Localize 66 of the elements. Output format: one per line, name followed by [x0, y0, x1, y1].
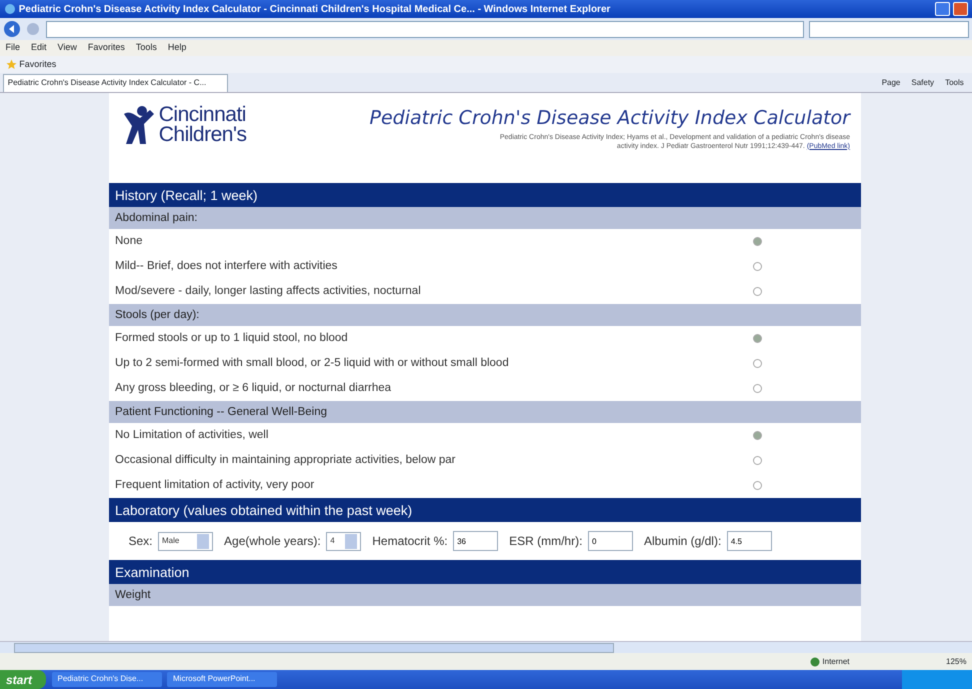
group-header: Patient Functioning -- General Well-Being — [109, 401, 861, 423]
radio-button[interactable] — [753, 431, 762, 440]
field-label: Age(whole years): — [224, 533, 321, 550]
ie-icon — [4, 3, 16, 15]
logo-text: Cincinnati — [158, 105, 246, 125]
forward-icon[interactable] — [26, 22, 40, 36]
taskbar-button[interactable]: Pediatric Crohn's Dise... — [52, 672, 162, 687]
taskbar-button[interactable]: Microsoft PowerPoint... — [167, 672, 278, 687]
menu-item[interactable]: Edit — [31, 41, 47, 55]
field-label: Sex: — [128, 533, 153, 550]
field-label: ESR (mm/hr): — [509, 533, 582, 550]
close-button[interactable] — [953, 2, 968, 16]
input-field[interactable]: 4.5 — [726, 531, 772, 551]
globe-icon — [810, 656, 820, 666]
radio-button[interactable] — [753, 334, 762, 343]
zoom-level[interactable]: 125% — [946, 656, 966, 668]
input-field[interactable]: 0 — [588, 531, 633, 551]
option-label: Mild-- Brief, does not interfere with activities — [115, 258, 338, 274]
menu-item[interactable]: Favorites — [88, 41, 125, 55]
field-label: Albumin (g/dl): — [644, 533, 722, 550]
radio-button[interactable] — [753, 359, 762, 368]
command-menu[interactable]: Safety — [911, 76, 934, 88]
option-label: Up to 2 semi-formed with small blood, or 2-5 liquid with or without small blood — [115, 356, 509, 371]
menu-item[interactable]: Tools — [136, 41, 157, 55]
menu-item[interactable]: View — [58, 41, 77, 55]
window-title: Pediatric Crohn's Disease Activity Index Calculator - Cincinnati Children's Hospital Medical Ce... - Windows Internet Explorer — [18, 2, 612, 16]
option-label: None — [115, 234, 142, 249]
option-label: Formed stools or up to 1 liquid stool, no blood — [115, 330, 348, 346]
group-header: Abdominal pain: — [109, 207, 861, 229]
back-icon[interactable] — [2, 20, 21, 38]
option-label: No Limitation of activities, well — [115, 428, 268, 443]
group-header: Weight — [109, 584, 861, 606]
browser-tab[interactable]: Pediatric Crohn's Disease Activity Index Calculator - C... — [2, 74, 228, 92]
section-header: Examination — [109, 560, 861, 584]
system-tray — [902, 670, 972, 689]
field-label: Hematocrit %: — [372, 533, 448, 550]
page-title: Pediatric Crohn's Disease Activity Index Calculator — [370, 106, 850, 131]
dropdown[interactable]: Male — [158, 532, 214, 550]
address-field[interactable] — [46, 20, 804, 38]
section-header: Laboratory (values obtained within the past week) — [109, 498, 861, 522]
section-header: History (Recall; 1 week) — [109, 183, 861, 207]
menu-item[interactable]: File — [6, 41, 20, 55]
option-label: Occasional difficulty in maintaining appropriate activities, below par — [115, 452, 456, 468]
option-label: Any gross bleeding, or ≥ 6 liquid, or nocturnal diarrhea — [115, 380, 392, 396]
radio-button[interactable] — [753, 481, 762, 490]
search-field[interactable] — [809, 20, 970, 38]
group-header: Stools (per day): — [109, 304, 861, 326]
minimize-button[interactable] — [935, 2, 950, 16]
zone-label: Internet — [822, 656, 850, 668]
menu-item[interactable]: Help — [168, 41, 186, 55]
logo-text: Children's — [158, 125, 246, 145]
option-label: Mod/severe - daily, longer lasting affects activities, nocturnal — [115, 284, 421, 299]
radio-button[interactable] — [753, 262, 762, 271]
dropdown[interactable]: 4 — [326, 532, 362, 550]
option-label: Frequent limitation of activity, very poor — [115, 478, 314, 493]
star-icon — [6, 59, 16, 70]
command-menu[interactable]: Tools — [945, 76, 964, 88]
radio-button[interactable] — [753, 384, 762, 393]
horizontal-scrollbar[interactable] — [0, 641, 972, 653]
command-menu[interactable]: Page — [882, 76, 900, 88]
radio-button[interactable] — [753, 237, 762, 246]
radio-button[interactable] — [753, 456, 762, 465]
favorites-button[interactable]: Favorites — [19, 58, 56, 72]
radio-button[interactable] — [753, 287, 762, 296]
start-button[interactable]: start — [0, 670, 46, 689]
input-field[interactable]: 36 — [453, 531, 498, 551]
